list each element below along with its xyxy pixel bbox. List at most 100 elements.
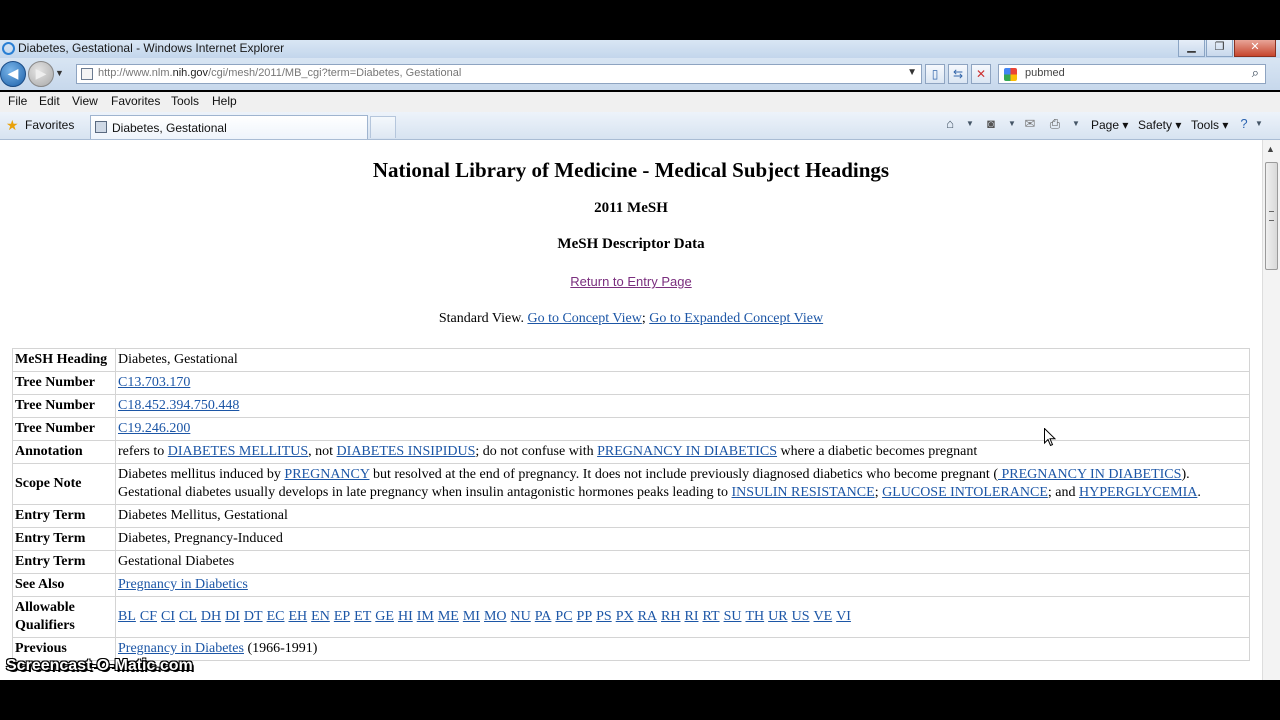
- qualifier-link[interactable]: GE: [375, 609, 394, 624]
- qualifier-link[interactable]: NU: [511, 609, 531, 624]
- pregnancy-in-diabetics-link[interactable]: PREGNANCY IN DIABETICS: [597, 444, 777, 459]
- qualifier-link[interactable]: PC: [555, 609, 572, 624]
- qualifier-link[interactable]: VI: [836, 609, 851, 624]
- qualifier-link[interactable]: PA: [535, 609, 552, 624]
- tree-number-link[interactable]: C19.246.200: [118, 421, 190, 436]
- qualifier-link[interactable]: US: [792, 609, 810, 624]
- favorites-star-icon[interactable]: ★: [6, 117, 19, 134]
- help-dropdown-icon[interactable]: ▼: [1251, 116, 1267, 132]
- qualifier-link[interactable]: UR: [768, 609, 787, 624]
- compatibility-view-button[interactable]: ▯: [925, 64, 945, 84]
- pregnancy-in-diabetics-link[interactable]: PREGNANCY IN DIABETICS: [998, 467, 1182, 482]
- qualifier-link[interactable]: ET: [354, 609, 371, 624]
- menu-file[interactable]: File: [8, 94, 27, 108]
- mail-icon[interactable]: ✉: [1022, 116, 1038, 132]
- qualifier-link[interactable]: EH: [288, 609, 307, 624]
- qualifier-link[interactable]: RH: [661, 609, 680, 624]
- search-box[interactable]: pubmed ⌕: [998, 64, 1266, 84]
- qualifier-link[interactable]: PS: [596, 609, 612, 624]
- qualifier-link[interactable]: BL: [118, 609, 136, 624]
- qualifier-link[interactable]: RT: [703, 609, 720, 624]
- diabetes-mellitus-link[interactable]: DIABETES MELLITUS: [168, 444, 308, 459]
- insulin-resistance-link[interactable]: INSULIN RESISTANCE: [732, 485, 875, 500]
- vertical-scrollbar[interactable]: ▲: [1262, 140, 1280, 680]
- hyperglycemia-link[interactable]: HYPERGLYCEMIA: [1079, 485, 1197, 500]
- new-tab-button[interactable]: [370, 116, 396, 138]
- page-menu-button[interactable]: Page ▾: [1091, 118, 1128, 132]
- qualifier-link[interactable]: EC: [267, 609, 285, 624]
- qualifier-link[interactable]: RI: [685, 609, 699, 624]
- qualifier-link[interactable]: ME: [438, 609, 459, 624]
- minimize-button[interactable]: ▁: [1178, 40, 1205, 57]
- menu-edit[interactable]: Edit: [39, 94, 60, 108]
- close-button[interactable]: ✕: [1234, 40, 1276, 57]
- expanded-concept-view-link[interactable]: Go to Expanded Concept View: [649, 311, 823, 326]
- diabetes-insipidus-link[interactable]: DIABETES INSIPIDUS: [337, 444, 476, 459]
- menu-favorites[interactable]: Favorites: [111, 94, 160, 108]
- address-url[interactable]: http://www.nlm.nih.gov/cgi/mesh/2011/MB_…: [98, 67, 461, 79]
- qualifier-link[interactable]: RA: [638, 609, 657, 624]
- see-also-link[interactable]: Pregnancy in Diabetics: [118, 577, 248, 592]
- scrollbar-thumb[interactable]: [1265, 162, 1278, 270]
- safety-menu-button[interactable]: Safety ▾: [1138, 118, 1181, 132]
- maximize-button[interactable]: ❐: [1206, 40, 1233, 57]
- qualifier-link[interactable]: IM: [417, 609, 434, 624]
- pregnancy-link[interactable]: PREGNANCY: [284, 467, 369, 482]
- table-row: Tree Number C13.703.170: [12, 371, 1250, 395]
- help-icon[interactable]: ?: [1236, 116, 1252, 132]
- previous-indexing-link[interactable]: Pregnancy in Diabetes: [118, 641, 244, 656]
- previous-indexing-value: Pregnancy in Diabetes (1966-1991): [115, 637, 1250, 661]
- menu-help[interactable]: Help: [212, 94, 237, 108]
- qualifier-link[interactable]: MO: [484, 609, 507, 624]
- qualifier-link[interactable]: DI: [225, 609, 240, 624]
- entry-term-value: Gestational Diabetes: [115, 550, 1250, 574]
- return-to-entry-link[interactable]: Return to Entry Page: [570, 274, 691, 289]
- qualifier-link[interactable]: PX: [616, 609, 634, 624]
- qualifier-link[interactable]: SU: [724, 609, 742, 624]
- qualifier-link[interactable]: HI: [398, 609, 413, 624]
- qualifier-link[interactable]: PP: [577, 609, 593, 624]
- row-label: See Also: [12, 573, 116, 597]
- feeds-dropdown-icon[interactable]: ▼: [1004, 116, 1020, 132]
- tree-number-link[interactable]: C13.703.170: [118, 375, 190, 390]
- tree-number-link[interactable]: C18.452.394.750.448: [118, 398, 239, 413]
- qualifier-link[interactable]: VE: [814, 609, 833, 624]
- qualifier-link[interactable]: TH: [745, 609, 764, 624]
- menu-tools[interactable]: Tools: [171, 94, 199, 108]
- search-icon[interactable]: ⌕: [1252, 65, 1259, 81]
- qualifier-link[interactable]: CL: [179, 609, 197, 624]
- feeds-icon[interactable]: ◙: [983, 116, 999, 132]
- print-dropdown-icon[interactable]: ▼: [1068, 116, 1084, 132]
- home-icon[interactable]: ⌂: [942, 116, 958, 132]
- qualifier-link[interactable]: EP: [334, 609, 350, 624]
- menu-view[interactable]: View: [72, 94, 98, 108]
- qualifier-link[interactable]: CF: [140, 609, 157, 624]
- qualifier-link[interactable]: DT: [244, 609, 263, 624]
- favorites-button[interactable]: Favorites: [25, 118, 74, 132]
- concept-view-link[interactable]: Go to Concept View: [527, 311, 641, 326]
- address-bar[interactable]: http://www.nlm.nih.gov/cgi/mesh/2011/MB_…: [76, 64, 922, 84]
- screencast-watermark: Screencast-O-Matic.com: [6, 657, 193, 674]
- compatibility-icon: ▯: [931, 67, 939, 81]
- qualifier-link[interactable]: MI: [463, 609, 480, 624]
- glucose-intolerance-link[interactable]: GLUCOSE INTOLERANCE: [882, 485, 1048, 500]
- scroll-up-icon[interactable]: ▲: [1266, 144, 1275, 154]
- qualifier-link[interactable]: EN: [311, 609, 330, 624]
- mouse-pointer-icon: [1044, 428, 1056, 447]
- qualifier-link[interactable]: CI: [161, 609, 175, 624]
- forward-button[interactable]: ▶: [28, 61, 54, 87]
- table-row: Previous Pregnancy in Diabetes (1966-199…: [12, 637, 1250, 661]
- stop-button[interactable]: ✕: [971, 64, 991, 84]
- google-icon: [1004, 68, 1017, 81]
- tab-diabetes-gestational[interactable]: Diabetes, Gestational: [90, 115, 368, 139]
- home-dropdown-icon[interactable]: ▼: [962, 116, 978, 132]
- address-dropdown-icon[interactable]: ▼: [907, 67, 917, 78]
- table-row: Tree Number C18.452.394.750.448: [12, 394, 1250, 418]
- refresh-button[interactable]: ⇆: [948, 64, 968, 84]
- search-input[interactable]: pubmed: [1025, 67, 1065, 79]
- print-icon[interactable]: ⎙: [1047, 116, 1063, 132]
- recent-pages-dropdown[interactable]: ▼: [55, 68, 64, 78]
- back-button[interactable]: ◀: [0, 61, 26, 87]
- qualifier-link[interactable]: DH: [201, 609, 221, 624]
- tools-menu-button[interactable]: Tools ▾: [1191, 118, 1228, 132]
